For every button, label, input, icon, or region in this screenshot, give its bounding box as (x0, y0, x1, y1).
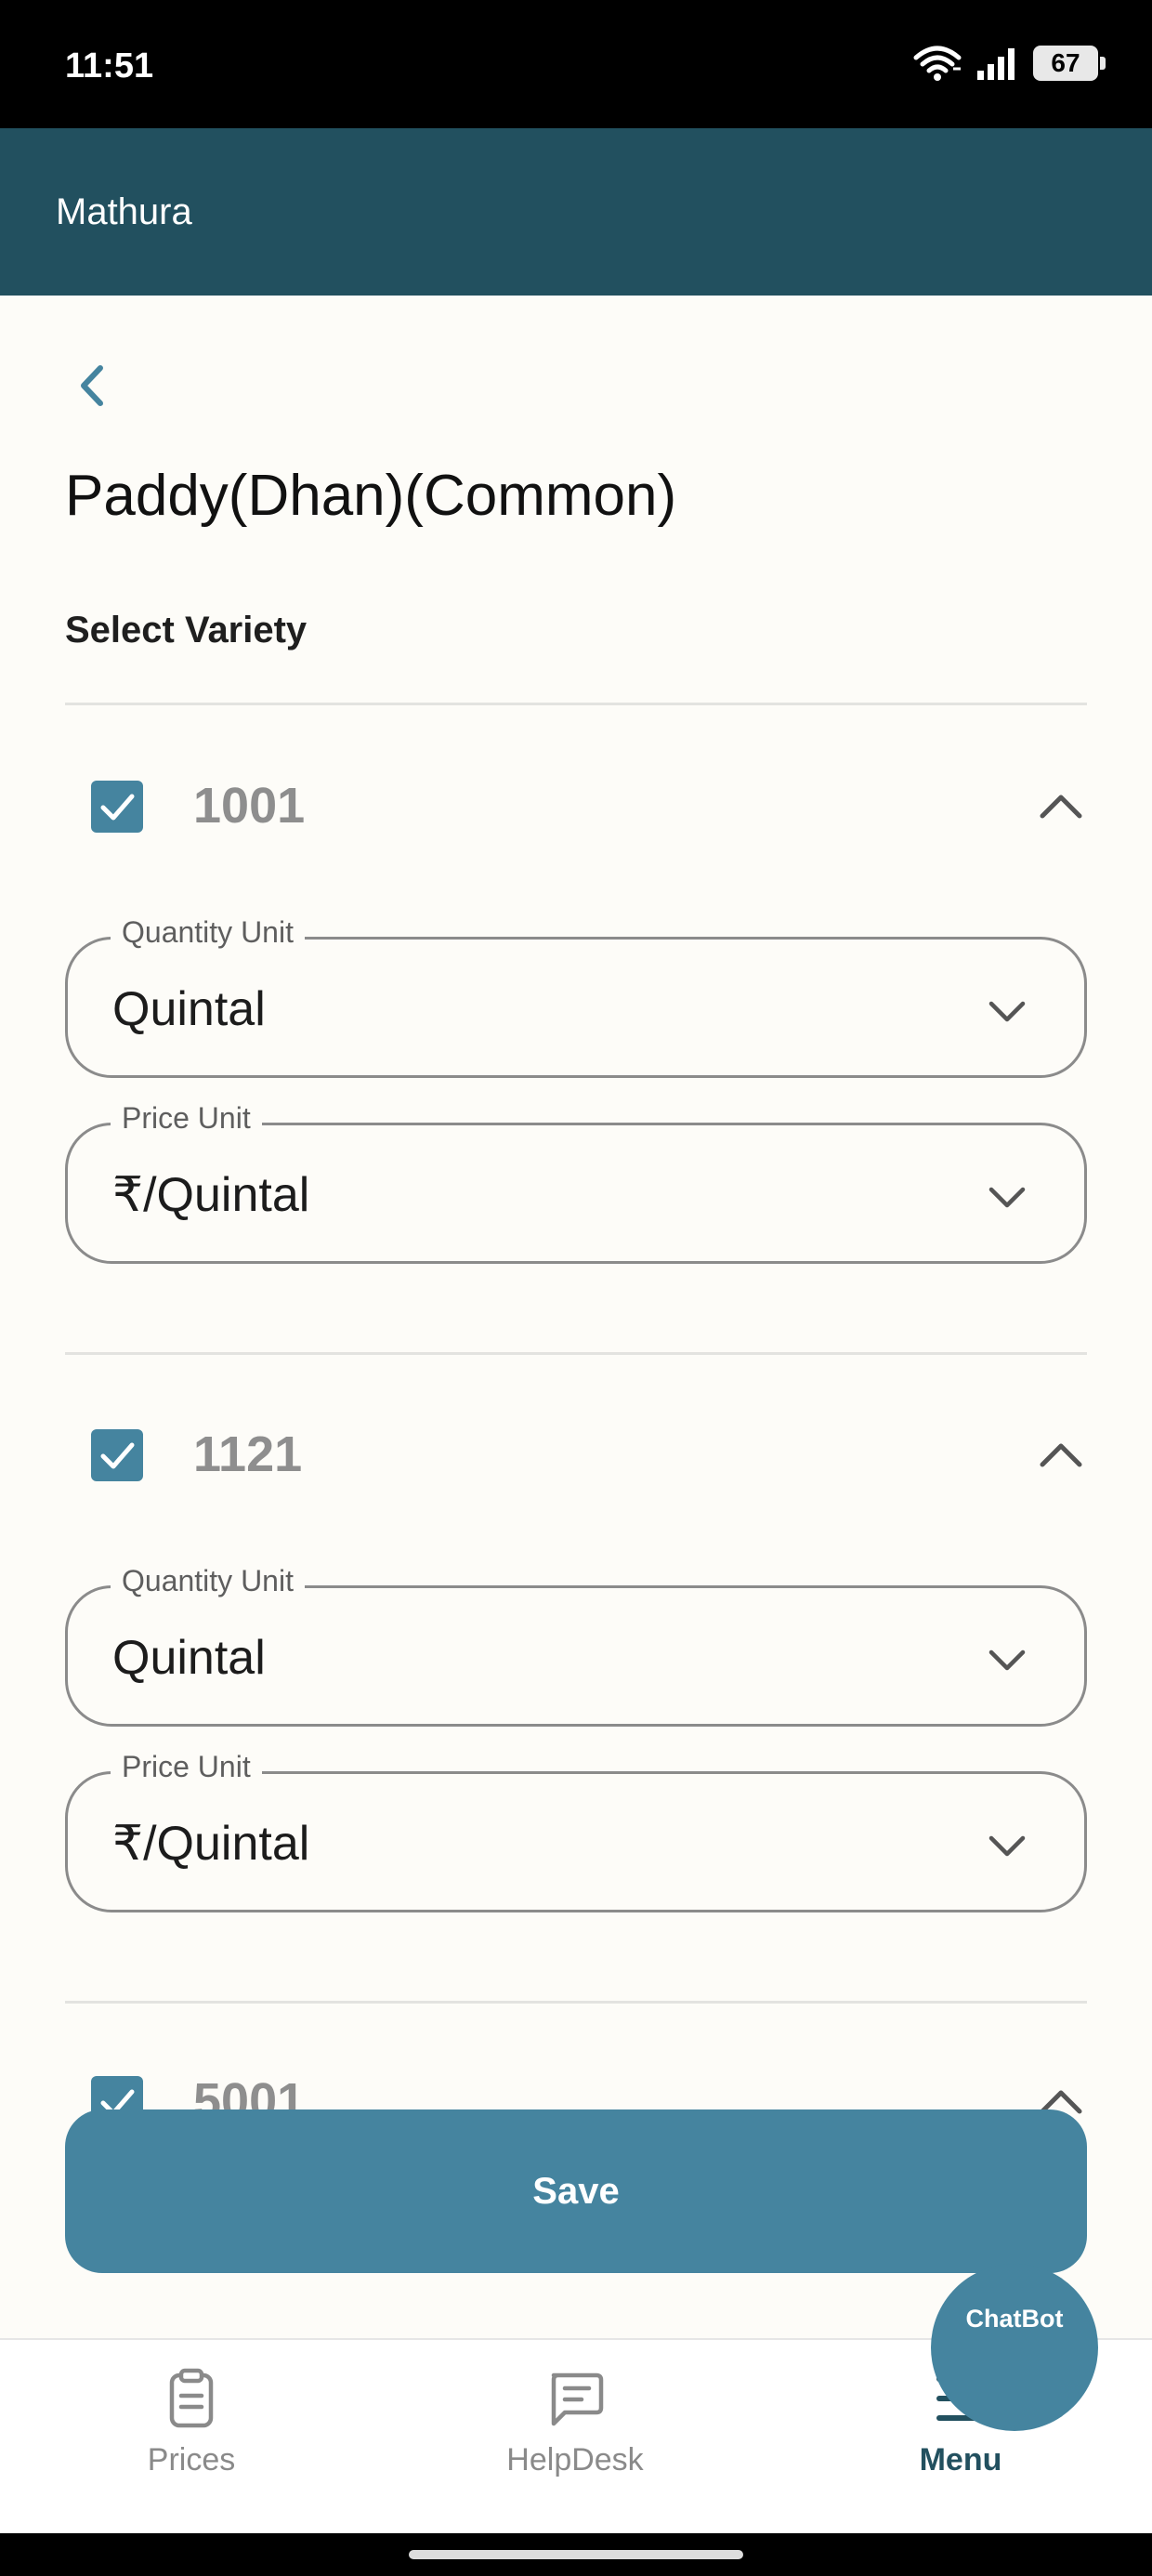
variety-name: 1001 (193, 778, 306, 834)
chevron-down-icon (988, 1649, 1026, 1671)
variety-name: 1121 (193, 1426, 303, 1482)
variety-checkbox[interactable] (91, 781, 143, 833)
variety-row[interactable]: 1121 (65, 1409, 1087, 1502)
price-unit-select[interactable]: Price Unit ₹/Quintal (65, 1101, 1087, 1264)
chevron-down-icon (988, 1835, 1026, 1857)
nav-item-prices[interactable]: Prices (80, 2366, 303, 2478)
field-value: Quintal (112, 982, 266, 1036)
home-handle[interactable] (409, 2550, 743, 2559)
field-value: ₹/Quintal (112, 1817, 310, 1871)
battery-level: 67 (1051, 48, 1080, 77)
check-icon (100, 1442, 135, 1469)
quantity-unit-select[interactable]: Quantity Unit Quintal (65, 1564, 1087, 1727)
status-bar: 11:51 67 (0, 0, 1152, 128)
chevron-down-icon (988, 1001, 1026, 1022)
chevron-down-icon (988, 1187, 1026, 1208)
field-label: Quantity Unit (111, 915, 305, 950)
gesture-bar (0, 2533, 1152, 2576)
variety-row[interactable]: 1001 (65, 760, 1087, 853)
save-button[interactable]: Save (65, 2109, 1087, 2273)
chevron-up-icon[interactable] (1037, 1431, 1085, 1479)
location-title[interactable]: Mathura (56, 191, 192, 233)
nav-label: HelpDesk (506, 2442, 644, 2477)
divider (65, 703, 1087, 705)
app-bar: Mathura (0, 128, 1152, 296)
nav-label: Prices (147, 2442, 236, 2477)
field-value: ₹/Quintal (112, 1168, 310, 1222)
price-unit-select[interactable]: Price Unit ₹/Quintal (65, 1750, 1087, 1912)
wifi-icon (913, 46, 962, 81)
quantity-unit-select[interactable]: Quantity Unit Quintal (65, 915, 1087, 1078)
clipboard-icon (169, 2368, 214, 2428)
status-icons: 67 (912, 45, 1106, 82)
nav-label: Menu (919, 2442, 1002, 2477)
back-button[interactable] (65, 353, 121, 418)
battery-icon: 67 (1033, 46, 1106, 81)
nav-item-helpdesk[interactable]: HelpDesk (464, 2366, 687, 2478)
check-icon (100, 794, 135, 821)
section-label: Select Variety (65, 610, 308, 651)
field-label: Price Unit (111, 1101, 262, 1136)
variety-checkbox[interactable] (91, 1429, 143, 1481)
chevron-left-icon (81, 365, 103, 406)
field-label: Quantity Unit (111, 1564, 305, 1598)
page-title: Paddy(Dhan)(Common) (65, 464, 677, 528)
divider (65, 2001, 1087, 2004)
chatbot-button[interactable]: ChatBot (931, 2264, 1098, 2431)
status-time: 11:51 (65, 46, 154, 85)
field-value: Quintal (112, 1631, 266, 1685)
signal-icon (977, 48, 1015, 80)
chevron-up-icon[interactable] (1037, 782, 1085, 831)
divider (65, 1352, 1087, 1355)
field-label: Price Unit (111, 1750, 262, 1784)
chat-icon (551, 2372, 604, 2426)
